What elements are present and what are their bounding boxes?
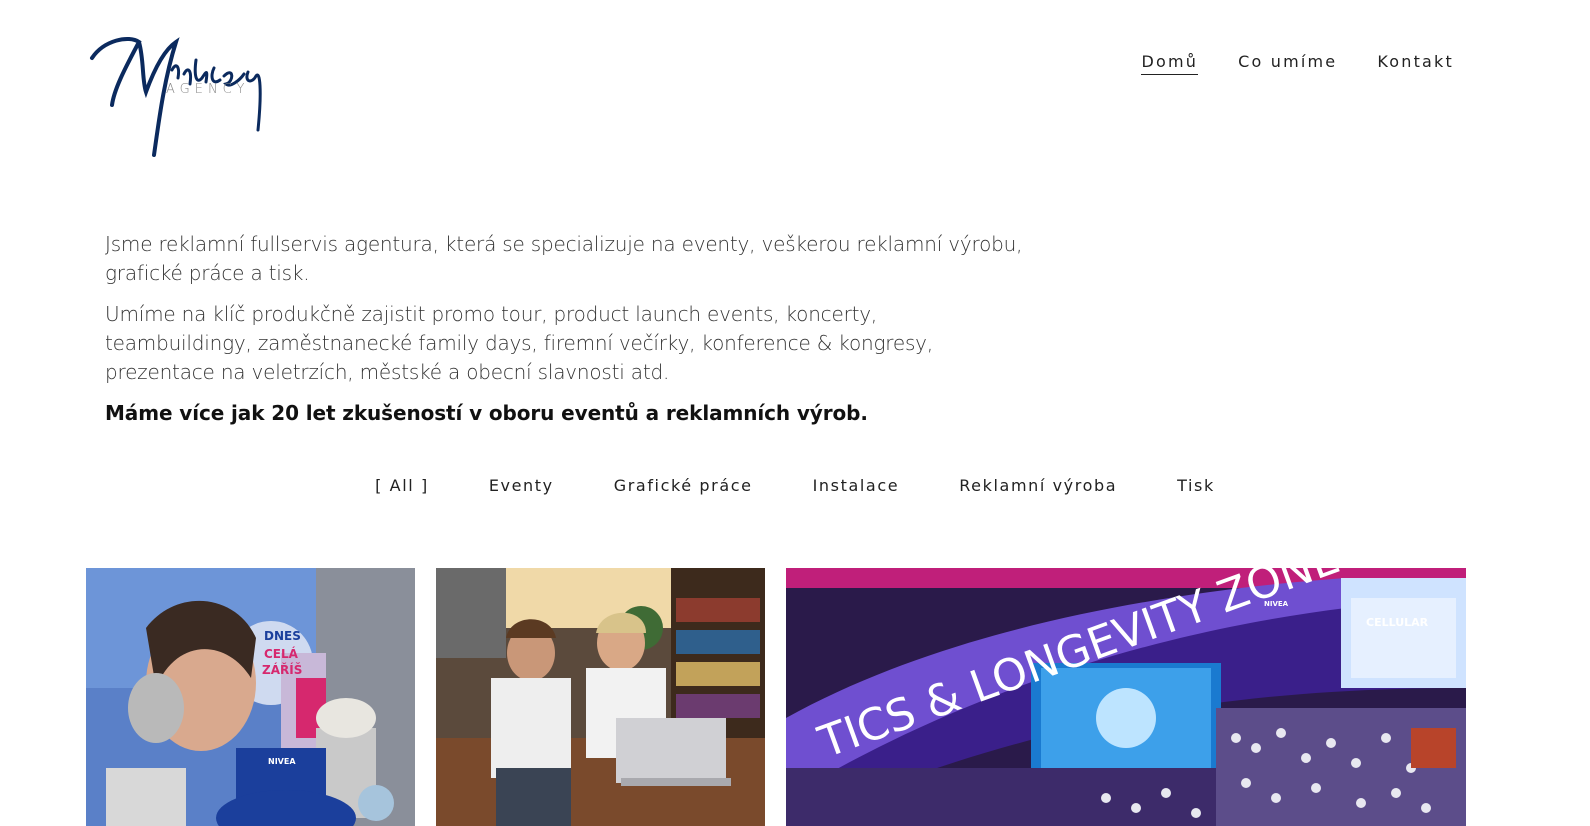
filter-tisk[interactable]: Tisk (1177, 476, 1215, 495)
talk-show-image (436, 568, 765, 826)
intro-paragraph-2: Umíme na klíč produkčně zajistit promo t… (105, 302, 933, 384)
intro-section: Jsme reklamní fullservis agentura, která… (105, 230, 1025, 440)
filter-all[interactable]: [ All ] (375, 476, 429, 495)
intro-paragraph-1: Jsme reklamní fullservis agentura, která… (105, 232, 1023, 285)
main-nav: Domů Co umíme Kontakt (1141, 52, 1454, 75)
agency-logo[interactable]: AGENCY (84, 30, 279, 165)
gallery-tile-longevity-zone[interactable]: TICS & LONGEVITY ZONE CELLULAR NIVEA (786, 568, 1466, 826)
gallery-tile-talk-show[interactable] (436, 568, 765, 826)
nivea-promo-image: DNES CELÁ ZÁŘÍŠ NIVEA (86, 568, 415, 826)
nav-link-kontakt[interactable]: Kontakt (1377, 52, 1454, 75)
tile-text-nivea-banner: NIVEA (1264, 600, 1289, 608)
nav-link-domu[interactable]: Domů (1141, 52, 1199, 75)
filter-instalace[interactable]: Instalace (813, 476, 900, 495)
logo-signature-icon (90, 37, 262, 157)
longevity-zone-image: TICS & LONGEVITY ZONE CELLULAR NIVEA (786, 568, 1466, 826)
portfolio-filters: [ All ] Eventy Grafické práce Instalace … (0, 476, 1590, 495)
gallery-tile-nivea-promo[interactable]: DNES CELÁ ZÁŘÍŠ NIVEA (86, 568, 415, 826)
filter-reklamni-vyroba[interactable]: Reklamní výroba (959, 476, 1117, 495)
intro-paragraph-experience: Máme více jak 20 let zkušeností v oboru … (105, 401, 868, 425)
filter-graficke-prace[interactable]: Grafické práce (614, 476, 753, 495)
tile-text-nivea: NIVEA (268, 757, 296, 766)
logo-agency-text: AGENCY (166, 82, 250, 97)
tile-text-zaris: ZÁŘÍŠ (262, 662, 302, 677)
tile-text-cellular: CELLULAR (1366, 616, 1429, 629)
filter-eventy[interactable]: Eventy (489, 476, 554, 495)
nav-link-co-umime[interactable]: Co umíme (1238, 52, 1337, 75)
tile-text-dnes: DNES (264, 629, 301, 643)
tile-text-cela: CELÁ (264, 646, 299, 661)
site-header: AGENCY Domů Co umíme Kontakt (0, 0, 1590, 170)
